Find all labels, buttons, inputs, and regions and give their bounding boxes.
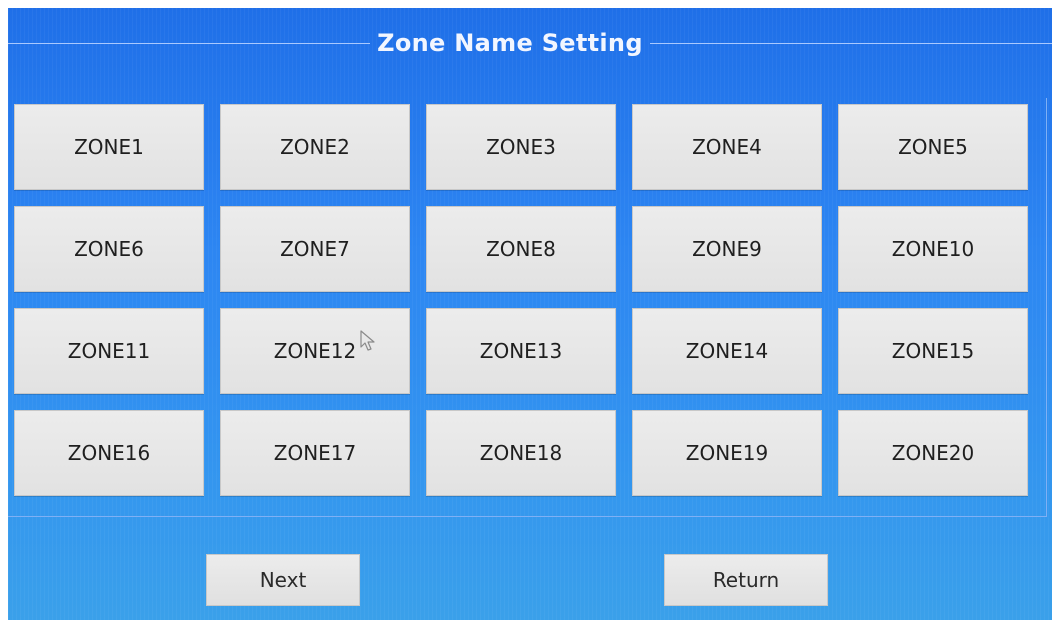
zone-button-12[interactable]: ZONE12 xyxy=(220,308,410,394)
zone-button-19[interactable]: ZONE19 xyxy=(632,410,822,496)
mouse-pointer-icon xyxy=(360,330,375,351)
zone-button-8[interactable]: ZONE8 xyxy=(426,206,616,292)
next-button[interactable]: Next xyxy=(206,554,360,606)
return-button[interactable]: Return xyxy=(664,554,828,606)
zone-button-4[interactable]: ZONE4 xyxy=(632,104,822,190)
zone-button-3[interactable]: ZONE3 xyxy=(426,104,616,190)
zone-button-14[interactable]: ZONE14 xyxy=(632,308,822,394)
zone-button-7[interactable]: ZONE7 xyxy=(220,206,410,292)
zone-button-2[interactable]: ZONE2 xyxy=(220,104,410,190)
zone-button-5[interactable]: ZONE5 xyxy=(838,104,1028,190)
page-title: Zone Name Setting xyxy=(377,29,643,57)
zone-button-10[interactable]: ZONE10 xyxy=(838,206,1028,292)
zone-button-1[interactable]: ZONE1 xyxy=(14,104,204,190)
zone-button-18[interactable]: ZONE18 xyxy=(426,410,616,496)
zone-button-16[interactable]: ZONE16 xyxy=(14,410,204,496)
zone-grid: ZONE1 ZONE2 ZONE3 ZONE4 ZONE5 ZONE6 ZONE… xyxy=(14,104,1028,496)
zone-name-setting-screen: Zone Name Setting ZONE1 ZONE2 ZONE3 ZONE… xyxy=(8,8,1052,620)
title-divider-right xyxy=(650,43,1052,44)
zone-button-13[interactable]: ZONE13 xyxy=(426,308,616,394)
zone-button-20[interactable]: ZONE20 xyxy=(838,410,1028,496)
title-divider-left xyxy=(8,43,370,44)
zone-grid-panel: ZONE1 ZONE2 ZONE3 ZONE4 ZONE5 ZONE6 ZONE… xyxy=(8,98,1047,517)
zone-button-9[interactable]: ZONE9 xyxy=(632,206,822,292)
zone-button-11[interactable]: ZONE11 xyxy=(14,308,204,394)
zone-button-6[interactable]: ZONE6 xyxy=(14,206,204,292)
zone-button-17[interactable]: ZONE17 xyxy=(220,410,410,496)
title-bar: Zone Name Setting xyxy=(8,26,1052,62)
zone-button-15[interactable]: ZONE15 xyxy=(838,308,1028,394)
